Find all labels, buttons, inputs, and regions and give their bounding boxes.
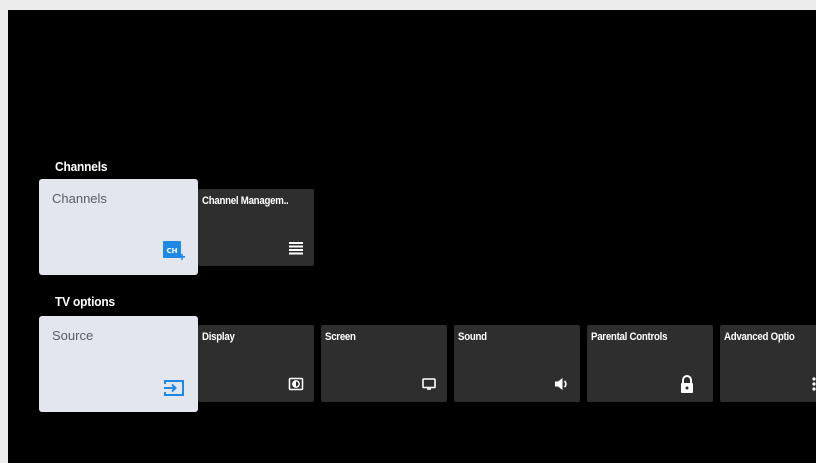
tile-advanced-options[interactable]: Advanced Optio [720,325,816,402]
tile-sound[interactable]: Sound [454,325,580,402]
speaker-icon [552,374,572,394]
tile-display-label: Display [202,331,235,343]
tile-advanced-options-label: Advanced Optio [724,331,795,343]
tile-sound-label: Sound [458,331,487,343]
tile-screen-label: Screen [325,331,356,343]
screen-icon [419,374,439,394]
lock-icon [677,374,697,394]
tv-settings-screen: Channels Channels CH Channel Managem.. T… [8,10,816,463]
tile-source-label: Source [52,328,94,343]
tile-screen[interactable]: Screen [321,325,447,402]
tile-source[interactable]: Source [39,316,198,412]
input-source-icon [162,376,186,400]
tile-channel-management[interactable]: Channel Managem.. [198,189,314,266]
more-vertical-icon [804,374,816,394]
section-title-tv-options: TV options [55,294,115,309]
tile-channel-management-label: Channel Managem.. [202,195,289,207]
tile-parental-controls-label: Parental Controls [591,331,668,343]
tile-channels[interactable]: Channels CH [39,179,198,275]
tile-channels-label: Channels [52,191,107,206]
tile-parental-controls[interactable]: Parental Controls [587,325,713,402]
channel-add-icon: CH [162,239,186,263]
display-icon [286,374,306,394]
list-icon [286,238,306,258]
svg-text:CH: CH [167,247,178,255]
section-title-channels: Channels [55,159,108,174]
tile-display[interactable]: Display [198,325,314,402]
